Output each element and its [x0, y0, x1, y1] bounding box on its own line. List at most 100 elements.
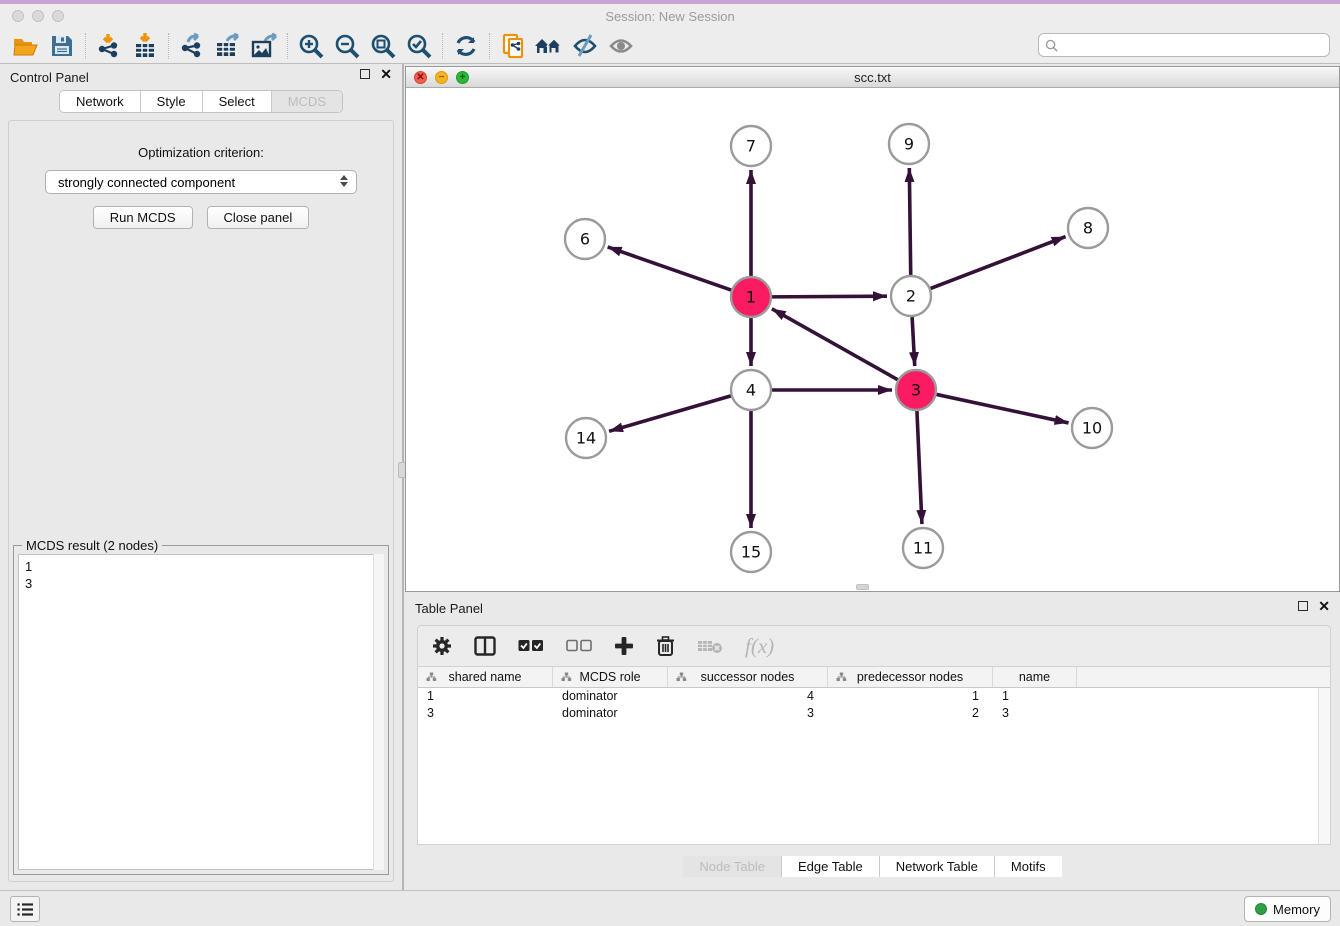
mcds-result-text[interactable]: 13 — [18, 554, 384, 870]
graph-node-10[interactable]: 10 — [1072, 408, 1112, 448]
edge-2-3[interactable] — [912, 317, 915, 366]
import-table-button[interactable] — [127, 30, 163, 62]
tab-mcds[interactable]: MCDS — [272, 91, 342, 112]
graph-node-8[interactable]: 8 — [1068, 208, 1108, 248]
select-chevrons-icon — [340, 175, 348, 187]
edge-3-1[interactable] — [772, 309, 898, 380]
unselect-all-button[interactable] — [566, 639, 592, 653]
tab-network-table[interactable]: Network Table — [880, 856, 995, 877]
zoom-out-button[interactable] — [329, 30, 365, 62]
save-session-button[interactable] — [44, 30, 80, 62]
run-mcds-button[interactable]: Run MCDS — [93, 206, 193, 229]
edge-1-6[interactable] — [608, 247, 732, 290]
graph-node-15[interactable]: 15 — [731, 532, 771, 572]
search-box[interactable] — [1038, 33, 1330, 57]
memory-button[interactable]: Memory — [1244, 896, 1331, 922]
fx-icon: f(x) — [745, 634, 774, 659]
zoom-fit-button[interactable] — [365, 30, 401, 62]
function-builder-button[interactable]: f(x) — [745, 634, 774, 659]
table-cell[interactable]: 3 — [993, 705, 1077, 722]
zoom-in-button[interactable] — [293, 30, 329, 62]
home-layout-button[interactable] — [531, 30, 567, 62]
graph-node-2[interactable]: 2 — [891, 276, 931, 316]
close-panel-icon[interactable]: ✕ — [380, 69, 392, 79]
close-table-panel-icon[interactable]: ✕ — [1318, 601, 1330, 611]
table-cell[interactable]: 1 — [418, 688, 553, 705]
mcds-result-title: MCDS result (2 nodes) — [22, 538, 162, 553]
table-row[interactable]: 3dominator323 — [418, 705, 1330, 722]
graph-node-4[interactable]: 4 — [731, 370, 771, 410]
table-cell[interactable]: 4 — [668, 688, 828, 705]
edge-3-10[interactable] — [937, 394, 1069, 423]
column-header-shared-name[interactable]: shared name — [418, 667, 553, 687]
edge-3-11[interactable] — [917, 411, 922, 524]
search-input[interactable] — [1062, 36, 1329, 54]
select-all-button[interactable] — [518, 639, 544, 653]
table-cell[interactable]: 1 — [993, 688, 1077, 705]
graph-node-1[interactable]: 1 — [731, 277, 771, 317]
table-cell[interactable]: 3 — [668, 705, 828, 722]
table-cell[interactable]: dominator — [553, 688, 668, 705]
hide-panels-button[interactable] — [567, 30, 603, 62]
tab-edge-table[interactable]: Edge Table — [782, 856, 880, 877]
graph-node-3[interactable]: 3 — [896, 370, 936, 410]
edge-4-14[interactable] — [609, 396, 731, 431]
status-bar: Memory — [0, 890, 1340, 926]
eye-slash-icon — [571, 32, 599, 60]
svg-text:6: 6 — [580, 230, 590, 249]
task-history-button[interactable] — [10, 896, 40, 922]
graph-node-11[interactable]: 11 — [903, 528, 943, 568]
export-network-button[interactable] — [174, 30, 210, 62]
column-header-successor-nodes[interactable]: successor nodes — [668, 667, 828, 687]
refresh-layout-button[interactable] — [448, 30, 484, 62]
tab-node-table[interactable]: Node Table — [683, 856, 782, 877]
show-eye-button[interactable] — [603, 30, 639, 62]
hierarchy-icon — [426, 672, 437, 682]
zoom-selected-button[interactable] — [401, 30, 437, 62]
table-cell[interactable]: 1 — [828, 688, 993, 705]
table-cell[interactable]: dominator — [553, 705, 668, 722]
copy-style-button[interactable] — [495, 30, 531, 62]
delete-entry-button[interactable] — [656, 636, 675, 657]
table-settings-button[interactable] — [432, 636, 452, 656]
control-panel-tabs: NetworkStyleSelectMCDS — [0, 90, 402, 113]
float-table-panel-icon[interactable] — [1298, 601, 1308, 611]
delete-table-button[interactable] — [697, 638, 723, 654]
result-scrollbar[interactable] — [373, 554, 384, 870]
tab-style[interactable]: Style — [141, 91, 203, 112]
close-panel-button[interactable]: Close panel — [207, 206, 310, 229]
optimization-criterion-select[interactable]: strongly connected component — [45, 170, 357, 194]
edge-1-2[interactable] — [772, 296, 887, 297]
graph-node-14[interactable]: 14 — [566, 418, 606, 458]
import-network-button[interactable] — [91, 30, 127, 62]
search-icon — [1045, 39, 1058, 52]
network-window-titlebar[interactable]: ✕ − + scc.txt — [406, 67, 1339, 88]
network-canvas[interactable]: 7 9 6 8 1 2 4 3 14 10 15 11 — [406, 88, 1339, 591]
column-header-name[interactable]: name — [993, 667, 1077, 687]
table-cell[interactable]: 2 — [828, 705, 993, 722]
table-body: 1dominator4113dominator323 — [418, 688, 1330, 722]
graph-node-9[interactable]: 9 — [889, 124, 929, 164]
export-image-button[interactable] — [246, 30, 282, 62]
open-session-button[interactable] — [8, 30, 44, 62]
split-columns-button[interactable] — [474, 636, 496, 656]
tab-select[interactable]: Select — [203, 91, 272, 112]
column-header-MCDS-role[interactable]: MCDS role — [553, 667, 668, 687]
table-cell[interactable]: 3 — [418, 705, 553, 722]
panel-splitter[interactable] — [402, 64, 404, 890]
column-header-predecessor-nodes[interactable]: predecessor nodes — [828, 667, 993, 687]
tab-motifs[interactable]: Motifs — [995, 856, 1062, 877]
table-row[interactable]: 1dominator411 — [418, 688, 1330, 705]
edge-2-9[interactable] — [909, 168, 910, 275]
float-panel-icon[interactable] — [360, 69, 370, 79]
graph-node-7[interactable]: 7 — [731, 126, 771, 166]
graph-node-6[interactable]: 6 — [565, 219, 605, 259]
zoom-fit-icon — [369, 32, 397, 60]
tab-network[interactable]: Network — [60, 91, 141, 112]
export-table-button[interactable] — [210, 30, 246, 62]
table-scrollbar[interactable] — [1318, 688, 1330, 844]
h-scrollbar-thumb[interactable] — [856, 584, 869, 590]
svg-text:7: 7 — [746, 137, 756, 156]
add-entry-button[interactable] — [614, 636, 634, 656]
edge-2-8[interactable] — [931, 237, 1066, 289]
